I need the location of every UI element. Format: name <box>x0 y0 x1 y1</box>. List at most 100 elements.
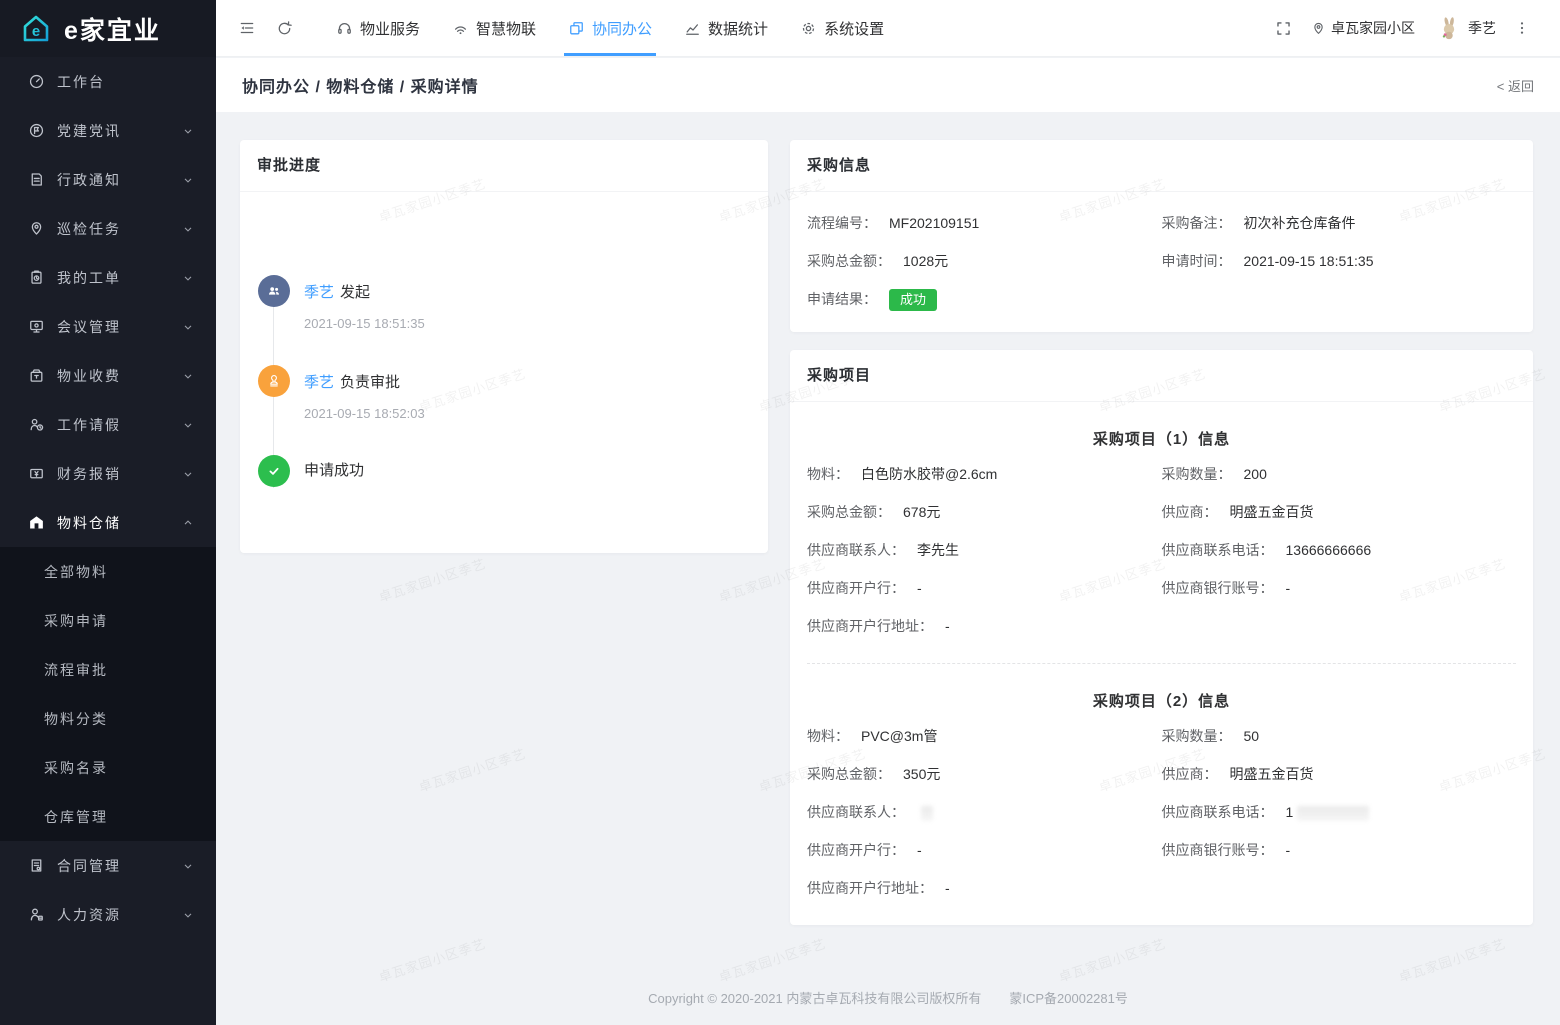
warehouse-icon <box>28 514 45 531</box>
banknote-icon <box>28 465 45 482</box>
users-icon <box>258 275 290 307</box>
card-title: 审批进度 <box>240 140 768 192</box>
submenu-item-label: 仓库管理 <box>44 808 108 825</box>
line-chart-icon <box>684 20 701 37</box>
stamp-icon <box>258 365 290 397</box>
section-heading: 采购项目（2）信息 <box>1092 693 1231 710</box>
sidebar-menu: 工作台 党建党讯 行政通知 巡检任务 我的工单 会议管理 物业收费 工作请假 财… <box>0 57 216 939</box>
topbar-right: 卓瓦家园小区 季艺 <box>1265 16 1542 40</box>
tab-collab-office[interactable]: 协同办公 <box>552 0 668 56</box>
approval-progress-card: 审批进度 季艺 发起 2021-09-15 18:51:35 季艺 负责审批 202… <box>240 140 768 553</box>
chevron-up-icon <box>182 517 194 529</box>
chevron-down-icon <box>182 909 194 921</box>
field-apply-result: 申请结果： 成功 <box>807 289 1162 311</box>
sidebar-item-property-fees[interactable]: 物业收费 <box>0 351 216 400</box>
tab-data-stats[interactable]: 数据统计 <box>668 0 784 56</box>
iot-signal-icon <box>452 20 469 37</box>
field-supplier-bank-address: 供应商开户行地址： - <box>807 618 950 634</box>
kebab-menu-icon[interactable] <box>1514 19 1532 37</box>
tab-label: 协同办公 <box>592 20 653 38</box>
sidebar-item-label: 工作台 <box>57 73 105 90</box>
field-amount: 采购总金额： 678元 <box>807 504 941 520</box>
sidebar-subitem-process-approval[interactable]: 流程审批 <box>0 645 216 694</box>
sidebar-item-label: 工作请假 <box>57 416 121 433</box>
tab-smart-iot[interactable]: 智慧物联 <box>436 0 552 56</box>
field-amount: 采购总金额： 350元 <box>807 766 941 782</box>
brand-name: e家宜业 <box>64 16 161 45</box>
chevron-down-icon <box>182 174 194 186</box>
sidebar-item-material-warehouse[interactable]: 物料仓储 <box>0 498 216 547</box>
field-supplier-bank-address: 供应商开户行地址： - <box>807 880 950 896</box>
field-supplier-contact: 供应商联系人： 李先生 <box>807 542 959 558</box>
field-total-amount: 采购总金额： 1028元 <box>807 253 949 269</box>
notice-doc-icon <box>28 171 45 188</box>
back-link[interactable]: < 返回 <box>1497 76 1534 95</box>
field-supplier-account: 供应商银行账号： - <box>1161 842 1291 858</box>
field-supplier: 供应商： 明盛五金百货 <box>1161 504 1314 520</box>
purchase-items-card: 采购项目 采购项目（1）信息 物料： 白色防水胶带@2.6cm 采购数量： 200 … <box>790 350 1533 925</box>
fullscreen-icon[interactable] <box>1275 19 1293 37</box>
submenu-item-label: 物料分类 <box>44 710 108 727</box>
sidebar-submenu: 全部物料 采购申请 流程审批 物料分类 采购名录 仓库管理 <box>0 547 216 841</box>
sidebar-subitem-material-category[interactable]: 物料分类 <box>0 694 216 743</box>
location-pin-icon <box>1311 21 1326 36</box>
monitor-icon <box>28 318 45 335</box>
page-header: 协同办公 / 物料仓储 / 采购详情 < 返回 <box>216 58 1560 112</box>
sidebar-item-label: 行政通知 <box>57 171 121 188</box>
sidebar-item-admin-notice[interactable]: 行政通知 <box>0 155 216 204</box>
sidebar-item-label: 党建党讯 <box>57 122 121 139</box>
field-supplier-contact: 供应商联系人： <box>807 802 1162 823</box>
sidebar-item-label: 财务报销 <box>57 465 121 482</box>
headset-icon <box>336 20 353 37</box>
sidebar-subitem-purchase-catalog[interactable]: 采购名录 <box>0 743 216 792</box>
contract-icon <box>28 857 45 874</box>
sidebar-item-my-workorders[interactable]: 我的工单 <box>0 253 216 302</box>
tab-system-settings[interactable]: 系统设置 <box>784 0 900 56</box>
user-link[interactable]: 季艺 <box>304 284 334 301</box>
field-supplier-phone: 供应商联系电话： 1 <box>1162 802 1517 823</box>
chevron-down-icon <box>182 468 194 480</box>
field-supplier-account: 供应商银行账号： - <box>1161 580 1291 596</box>
sidebar-item-meeting-mgmt[interactable]: 会议管理 <box>0 302 216 351</box>
sidebar-item-work-leave[interactable]: 工作请假 <box>0 400 216 449</box>
overlap-windows-icon <box>568 20 585 37</box>
sidebar-subitem-all-materials[interactable]: 全部物料 <box>0 547 216 596</box>
sidebar-item-workbench[interactable]: 工作台 <box>0 57 216 106</box>
tab-property-service[interactable]: 物业服务 <box>320 0 436 56</box>
section-divider <box>807 663 1516 664</box>
user-menu[interactable]: 季艺 <box>1437 16 1496 40</box>
refresh-icon[interactable] <box>276 19 294 37</box>
field-supplier: 供应商： 明盛五金百货 <box>1161 766 1314 782</box>
card-title: 采购信息 <box>790 140 1533 192</box>
sidebar-item-finance-reimburse[interactable]: 财务报销 <box>0 449 216 498</box>
sidebar-subitem-warehouse-mgmt[interactable]: 仓库管理 <box>0 792 216 841</box>
step-action: 发起 <box>340 284 371 301</box>
community-selector[interactable]: 卓瓦家园小区 <box>1311 18 1415 38</box>
collapse-menu-icon[interactable] <box>238 19 256 37</box>
sidebar-item-inspection-tasks[interactable]: 巡检任务 <box>0 204 216 253</box>
timeline-step-approved: 季艺 负责审批 2021-09-15 18:52:03 <box>258 365 425 421</box>
submenu-item-label: 全部物料 <box>44 563 108 580</box>
field-material: 物料： 白色防水胶带@2.6cm <box>807 466 998 482</box>
watermark-text: 卓瓦家园小区季艺 <box>716 936 828 985</box>
tab-label: 系统设置 <box>824 20 885 38</box>
user-link[interactable]: 季艺 <box>304 374 334 391</box>
field-quantity: 采购数量： 200 <box>1161 466 1267 482</box>
person-card-icon <box>28 906 45 923</box>
sidebar-subitem-purchase-request[interactable]: 采购申请 <box>0 596 216 645</box>
sidebar-item-contract-mgmt[interactable]: 合同管理 <box>0 841 216 890</box>
approval-timeline: 季艺 发起 2021-09-15 18:51:35 季艺 负责审批 2021-09-… <box>240 192 768 553</box>
sidebar-item-label: 巡检任务 <box>57 220 121 237</box>
tab-label: 智慧物联 <box>476 20 537 38</box>
status-badge: 成功 <box>889 289 938 311</box>
sidebar-item-label: 我的工单 <box>57 269 121 286</box>
field-empty <box>1162 289 1517 311</box>
sidebar-item-human-resources[interactable]: 人力资源 <box>0 890 216 939</box>
svg-text:e: e <box>32 23 40 40</box>
sidebar: e e家宜业 工作台 党建党讯 行政通知 巡检任务 我的工单 会议管理 物业收费… <box>0 0 216 1025</box>
sidebar-item-party-news[interactable]: 党建党讯 <box>0 106 216 155</box>
field-quantity: 采购数量： 50 <box>1161 728 1260 744</box>
app-root: e e家宜业 工作台 党建党讯 行政通知 巡检任务 我的工单 会议管理 物业收费… <box>0 0 1560 1025</box>
redacted-text <box>1297 805 1370 821</box>
chevron-down-icon <box>182 419 194 431</box>
